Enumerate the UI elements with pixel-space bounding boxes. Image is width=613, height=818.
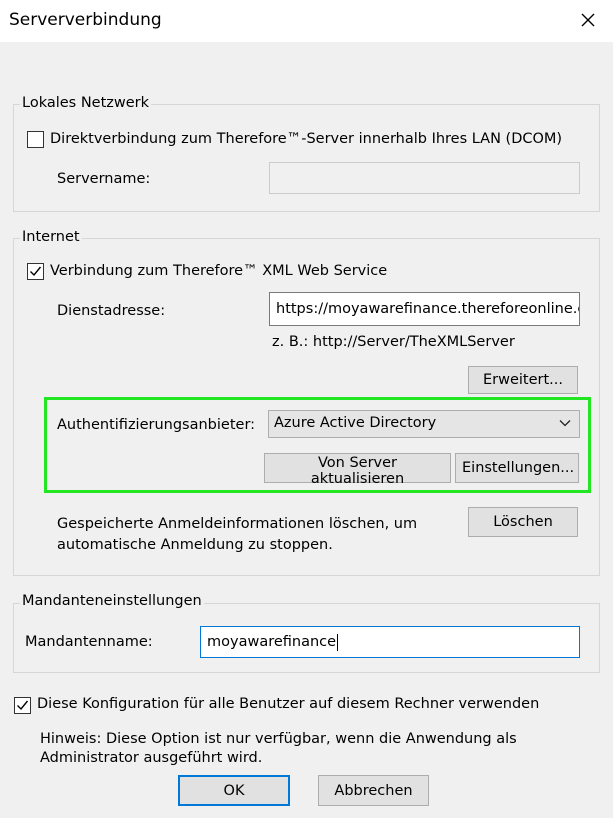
service-address-input[interactable]: https://moyawarefinance.thereforeonline.…	[269, 292, 580, 326]
auth-provider-value: Azure Active Directory	[274, 415, 437, 431]
xml-web-service-checkbox[interactable]	[27, 263, 44, 280]
clear-credentials-text-line2: automatische Anmeldung zu stoppen.	[57, 537, 333, 553]
tenant-name-value: moyawarefinance	[207, 634, 337, 650]
hint-line2: Administrator ausgeführt wird.	[40, 750, 263, 766]
update-from-server-button[interactable]: Von Server aktualisieren	[264, 453, 451, 487]
servername-label: Servername:	[57, 171, 151, 187]
hint-line1: Hinweis: Diese Option ist nur verfügbar,…	[40, 731, 517, 747]
close-button[interactable]	[571, 4, 605, 36]
auth-provider-label: Authentifizierungsanbieter:	[57, 417, 256, 433]
chevron-down-icon	[559, 420, 571, 427]
example-text: z. B.: http://Server/TheXMLServer	[272, 334, 515, 350]
cancel-button[interactable]: Abbrechen	[318, 775, 429, 806]
clear-credentials-text-line1: Gespeicherte Anmeldeinformationen lösche…	[57, 516, 418, 532]
tenant-name-input[interactable]: moyawarefinance	[200, 626, 580, 658]
ok-button[interactable]: OK	[178, 775, 290, 806]
checkmark-icon	[17, 700, 29, 711]
all-users-checkbox-label[interactable]: Diese Konfiguration für alle Benutzer au…	[37, 696, 539, 712]
title-bar: Serververbindung	[0, 0, 613, 42]
auth-provider-select[interactable]: Azure Active Directory	[268, 410, 580, 438]
xml-web-service-checkbox-label[interactable]: Verbindung zum Therefore™ XML Web Servic…	[50, 263, 387, 279]
all-users-checkbox[interactable]	[14, 697, 31, 714]
text-caret	[337, 633, 339, 651]
dcom-checkbox[interactable]	[27, 131, 44, 148]
internet-legend: Internet	[20, 229, 82, 245]
close-icon	[581, 13, 595, 27]
servername-input[interactable]	[269, 162, 580, 194]
tenant-legend: Mandanteneinstellungen	[20, 593, 204, 609]
delete-credentials-button[interactable]: Löschen	[468, 507, 578, 537]
settings-button[interactable]: Einstellungen...	[455, 453, 579, 483]
window-title: Serververbindung	[9, 10, 162, 30]
local-network-group	[13, 104, 600, 212]
dcom-checkbox-label[interactable]: Direktverbindung zum Therefore™-Server i…	[50, 131, 562, 147]
service-address-label: Dienstadresse:	[57, 303, 166, 319]
local-network-legend: Lokales Netzwerk	[20, 95, 152, 111]
advanced-button[interactable]: Erweitert...	[468, 366, 578, 394]
tenant-name-label: Mandantenname:	[25, 634, 153, 650]
checkmark-icon	[30, 266, 42, 277]
